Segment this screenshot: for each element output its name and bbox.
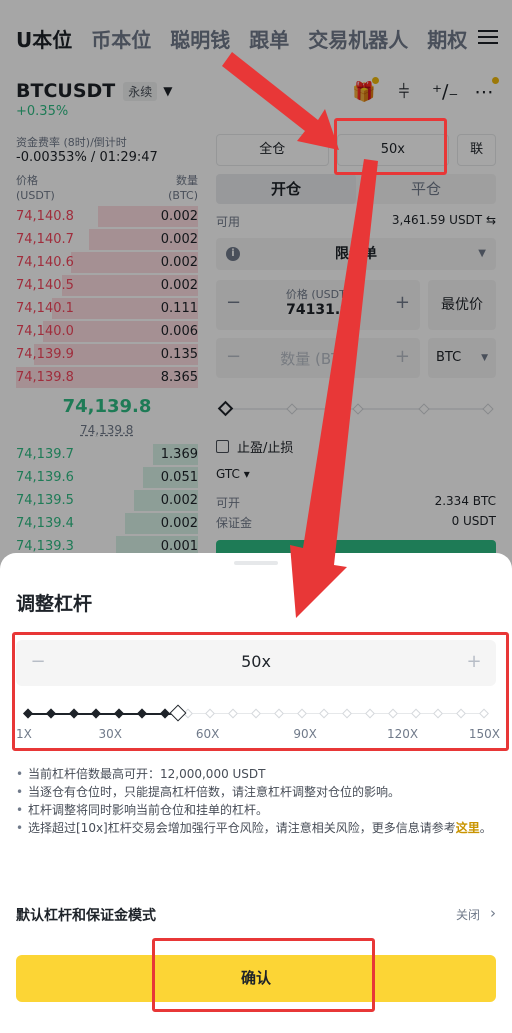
chevron-right-icon: ›	[490, 904, 496, 922]
leverage-notes: 当前杠杆倍数最高可开：12,000,000 USDT 当逐仓有仓位时，只能提高杠…	[16, 765, 500, 837]
sheet-handle[interactable]	[234, 561, 278, 565]
default-leverage-value: 关闭	[455, 908, 480, 922]
note-item: 当逐仓有仓位时，只能提高杠杆倍数，请注意杠杆调整对仓位的影响。	[16, 783, 500, 801]
default-leverage-row[interactable]: 默认杠杆和保证金模式 关闭 ›	[16, 904, 496, 925]
note-item: 当前杠杆倍数最高可开：12,000,000 USDT	[16, 765, 500, 783]
highlight-leverage-control	[12, 632, 509, 751]
note-text: 选择超过[10x]杠杆交易会增加强行平仓风险，请注意相关风险，更多信息请参考	[28, 821, 456, 835]
highlight-confirm-button	[152, 938, 375, 1012]
here-link[interactable]: 这里	[456, 821, 480, 835]
note-item: 杠杆调整将同时影响当前仓位和挂单的杠杆。	[16, 801, 500, 819]
highlight-leverage-button	[334, 118, 447, 175]
default-leverage-label: 默认杠杆和保证金模式	[16, 908, 156, 924]
note-suffix: 。	[479, 821, 492, 835]
note-item: 选择超过[10x]杠杆交易会增加强行平仓风险，请注意相关风险，更多信息请参考这里…	[16, 819, 500, 837]
sheet-title: 调整杠杆	[16, 593, 93, 615]
